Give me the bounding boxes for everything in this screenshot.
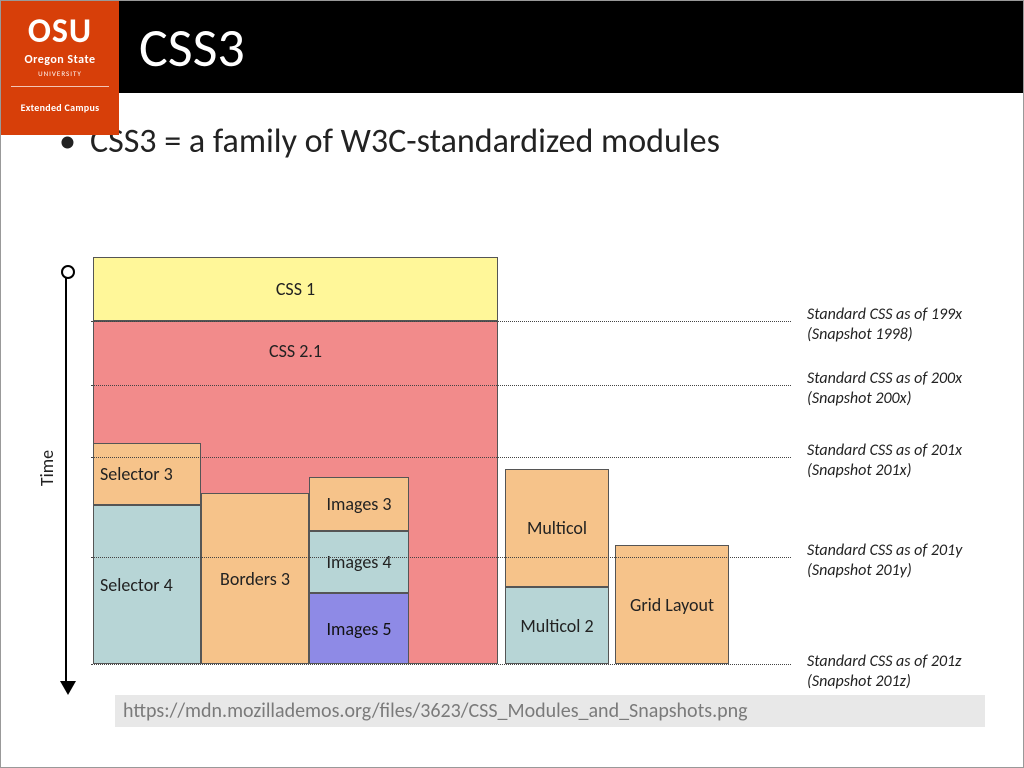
snapshot-line-201z (91, 664, 791, 665)
snapshot-line-200x (91, 385, 791, 386)
block-images4: Images 4 (309, 531, 409, 593)
bullet-1-text: CSS3 = a family of W3C-standardized modu… (90, 121, 720, 162)
snapshot-label-201x: Standard CSS as of 201x (Snapshot 201x) (807, 441, 962, 481)
snapshot-line-201y (91, 557, 791, 558)
snapshot-label-201y: Standard CSS as of 201y (Snapshot 201y) (807, 541, 962, 581)
snapshot-200x-a: Standard CSS as of 200x (807, 369, 962, 389)
snapshot-200x-b: (Snapshot 200x) (807, 389, 962, 409)
block-borders3: Borders 3 (201, 493, 309, 664)
block-multicol2: Multicol 2 (505, 587, 609, 664)
bullet-1: CSS3 = a family of W3C-standardized modu… (59, 121, 1003, 162)
block-css21-label: CSS 2.1 (94, 340, 497, 362)
snapshot-201z-b: (Snapshot 201z) (807, 672, 961, 692)
osu-logo-sub2: UNIVERSITY (11, 69, 109, 87)
snapshot-label-201z: Standard CSS as of 201z (Snapshot 201z) (807, 652, 961, 692)
block-selector3: Selector 3 (93, 443, 201, 505)
slide-title: CSS3 (119, 1, 245, 81)
snapshot-line-201x (91, 457, 791, 458)
osu-logo-sub1: Oregon State (5, 53, 115, 67)
image-source-caption: https://mdn.mozillademos.org/files/3623/… (115, 695, 985, 727)
block-images5: Images 5 (309, 593, 409, 664)
block-gridlayout: Grid Layout (615, 545, 729, 664)
osu-logo-text: OSU (5, 15, 115, 49)
snapshot-201z-a: Standard CSS as of 201z (807, 652, 961, 672)
snapshot-label-200x: Standard CSS as of 200x (Snapshot 200x) (807, 369, 962, 409)
slide-header: OSU Oregon State UNIVERSITY Extended Cam… (1, 1, 1023, 93)
time-axis (65, 267, 67, 687)
osu-logo-badge: OSU Oregon State UNIVERSITY Extended Cam… (1, 1, 119, 135)
snapshot-201y-a: Standard CSS as of 201y (807, 541, 962, 561)
css-modules-diagram: Time CSS 1 CSS 2.1 Selector 3 Selector 4… (37, 257, 997, 733)
block-selector4: Selector 4 (93, 505, 201, 664)
time-axis-label: Time (36, 450, 58, 486)
snapshot-201x-b: (Snapshot 201x) (807, 461, 962, 481)
snapshot-label-1998: Standard CSS as of 199x (Snapshot 1998) (807, 305, 962, 345)
block-images3: Images 3 (309, 477, 409, 531)
snapshot-line-1998 (91, 321, 791, 322)
snapshot-201y-b: (Snapshot 201y) (807, 561, 962, 581)
snapshot-1998-b: (Snapshot 1998) (807, 325, 962, 345)
snapshot-201x-a: Standard CSS as of 201x (807, 441, 962, 461)
osu-logo-ext: Extended Campus (5, 101, 115, 114)
body-text: CSS3 = a family of W3C-standardized modu… (1, 93, 1023, 162)
snapshot-1998-a: Standard CSS as of 199x (807, 305, 962, 325)
block-multicol: Multicol (505, 469, 609, 587)
block-css1: CSS 1 (93, 257, 498, 321)
